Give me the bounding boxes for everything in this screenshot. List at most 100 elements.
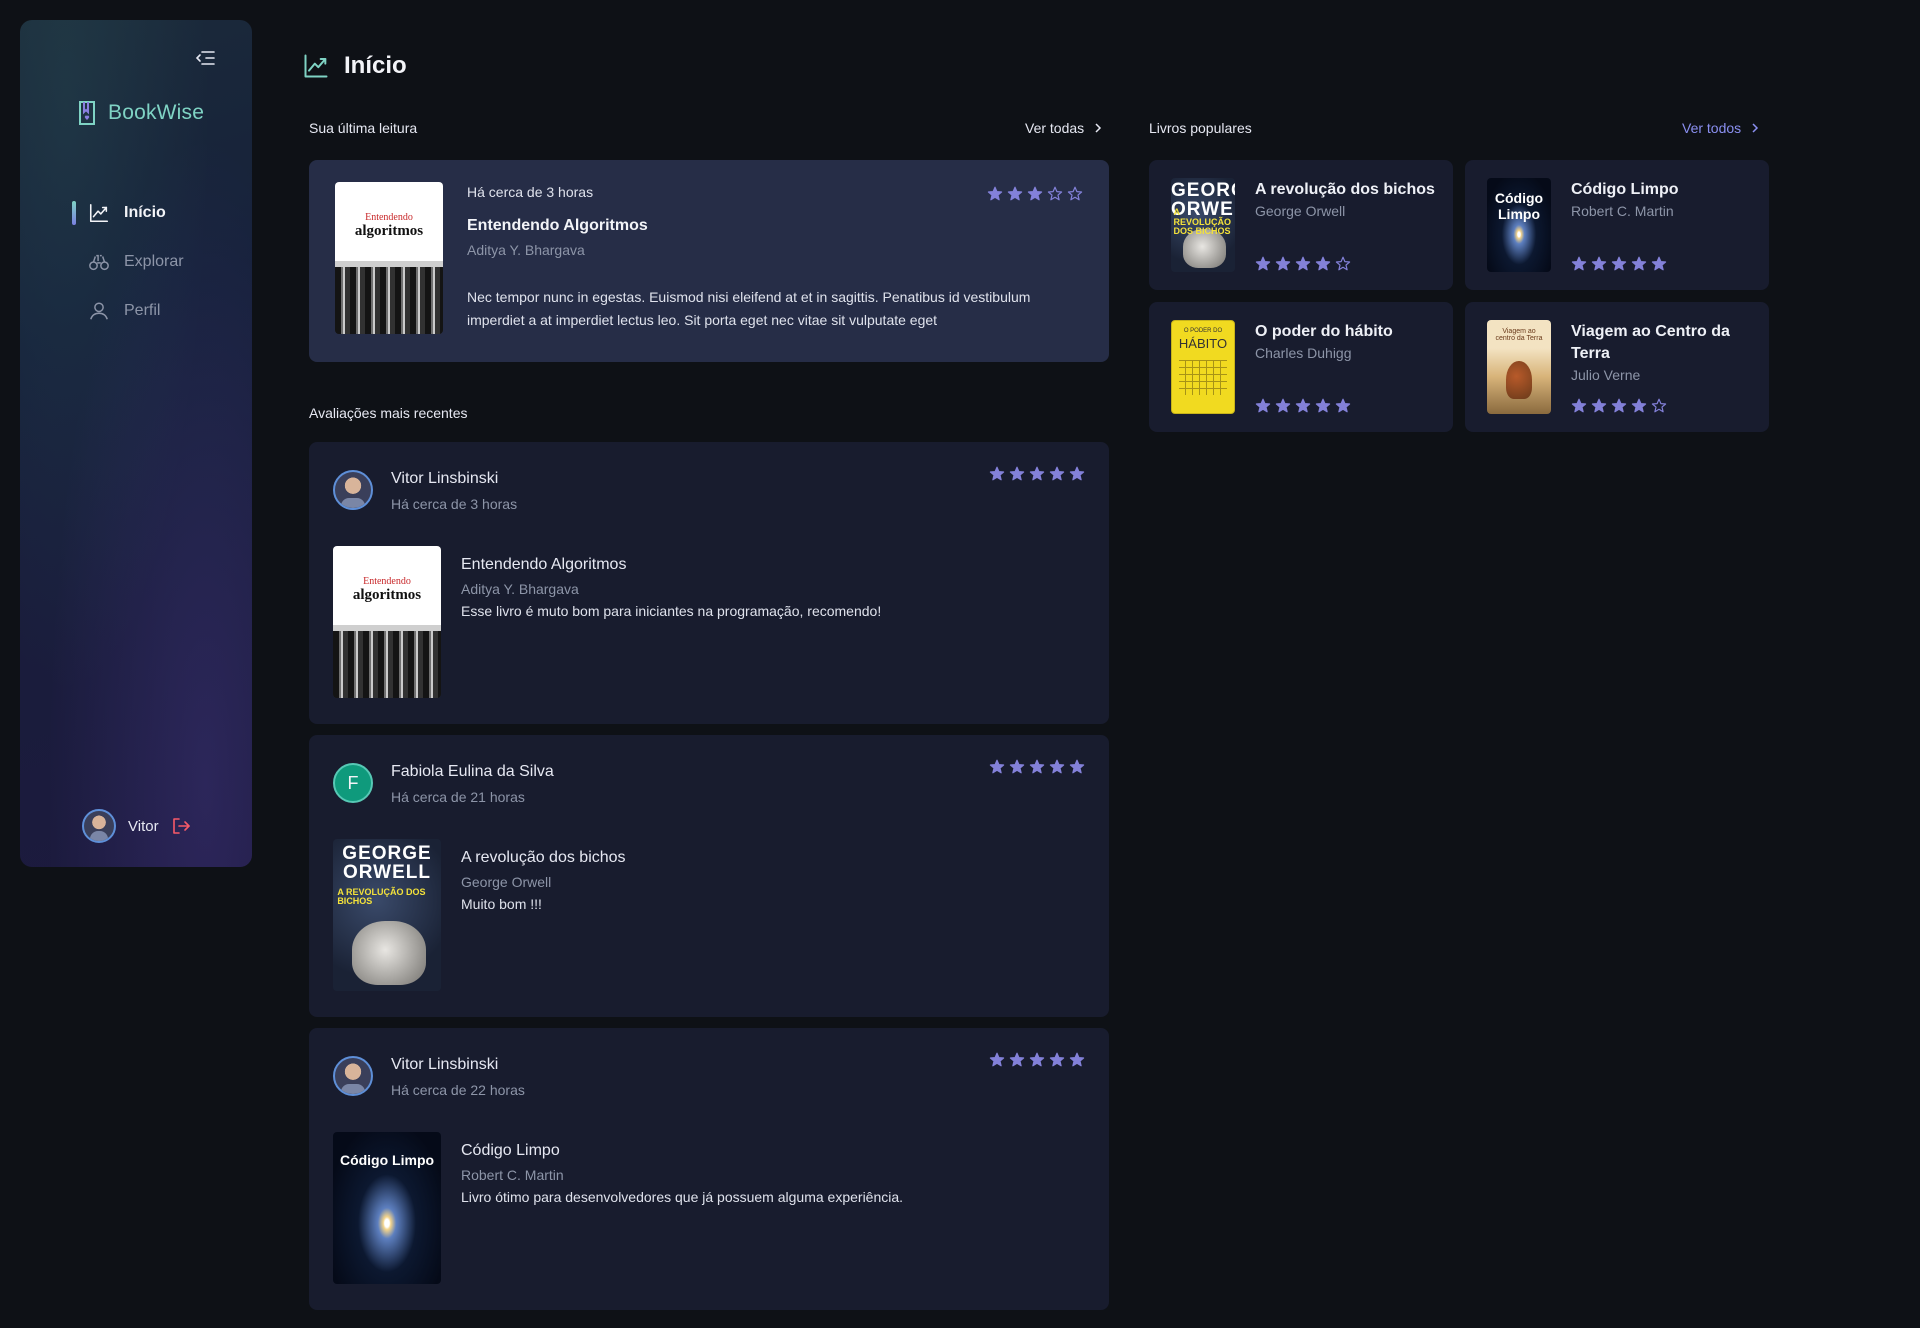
sidebar-item-inicio[interactable]: Início bbox=[72, 198, 184, 228]
reviewer-name: Vitor Linsbinski bbox=[391, 470, 499, 487]
avatar[interactable] bbox=[333, 470, 373, 510]
star-filled-icon bbox=[1007, 186, 1023, 201]
avatar[interactable] bbox=[333, 1056, 373, 1096]
star-filled-icon bbox=[1029, 466, 1045, 481]
review-time: Há cerca de 3 horas bbox=[391, 496, 518, 512]
review-card[interactable]: Vitor Linsbinski Há cerca de 3 horas Ent… bbox=[309, 442, 1109, 724]
popular-book-card[interactable]: O PODER DO HÁBITO O poder do hábito Charl… bbox=[1149, 302, 1453, 432]
star-filled-icon bbox=[1591, 398, 1607, 413]
star-filled-icon bbox=[1275, 256, 1291, 271]
rating-stars bbox=[987, 186, 1083, 202]
book-author: Julio Verne bbox=[1571, 367, 1641, 383]
book-author: Robert C. Martin bbox=[461, 1167, 564, 1183]
book-heart-icon bbox=[79, 101, 95, 125]
rating-stars bbox=[989, 759, 1085, 775]
see-all-label: Ver todos bbox=[1682, 120, 1742, 136]
cover-text: Entendendo bbox=[365, 212, 413, 224]
star-filled-icon bbox=[1009, 1052, 1025, 1067]
rating-stars bbox=[1255, 398, 1351, 414]
collapse-sidebar-icon[interactable] bbox=[193, 46, 217, 70]
book-cover: GEORGE ORWELL A REVOLUÇÃO DOS BICHOS bbox=[333, 839, 441, 991]
star-filled-icon bbox=[1027, 186, 1043, 201]
reading-time: Há cerca de 3 horas bbox=[467, 184, 594, 200]
star-filled-icon bbox=[1009, 466, 1025, 481]
cover-text: A REVOLUÇÃO DOS BICHOS bbox=[1173, 207, 1232, 236]
star-filled-icon bbox=[1295, 398, 1311, 413]
last-reading-label: Sua última leitura bbox=[309, 120, 418, 136]
book-author: George Orwell bbox=[461, 874, 552, 890]
review-text: Esse livro é muto bom para iniciantes na… bbox=[461, 603, 882, 619]
book-cover: Entendendo algoritmos bbox=[335, 182, 443, 334]
see-all-popular-link[interactable]: Ver todos bbox=[1682, 120, 1761, 136]
star-filled-icon bbox=[1651, 256, 1667, 271]
star-filled-icon bbox=[1049, 759, 1065, 774]
cover-illustration bbox=[335, 267, 443, 334]
star-filled-icon bbox=[1069, 759, 1085, 774]
cover-text: O PODER DO bbox=[1183, 328, 1223, 335]
logo[interactable]: BookWise bbox=[76, 100, 204, 126]
review-card[interactable]: F Fabiola Eulina da Silva Há cerca de 21… bbox=[309, 735, 1109, 1017]
popular-books-label: Livros populares bbox=[1149, 120, 1252, 136]
sidebar-item-label: Início bbox=[124, 204, 166, 221]
cover-illustration bbox=[333, 631, 441, 698]
star-empty-icon bbox=[1335, 256, 1351, 271]
star-empty-icon bbox=[1067, 186, 1083, 201]
star-filled-icon bbox=[1571, 398, 1587, 413]
avatar[interactable] bbox=[82, 809, 116, 843]
star-filled-icon bbox=[1335, 398, 1351, 413]
see-all-link[interactable]: Ver todas bbox=[1025, 120, 1104, 136]
cover-illustration bbox=[1506, 361, 1532, 399]
book-author: Robert C. Martin bbox=[1571, 203, 1674, 219]
star-filled-icon bbox=[1631, 398, 1647, 413]
book-cover: Entendendo algoritmos bbox=[333, 546, 441, 698]
reviewer-name: Vitor Linsbinski bbox=[391, 1056, 499, 1073]
star-empty-icon bbox=[1651, 398, 1667, 413]
book-author: Aditya Y. Bhargava bbox=[467, 242, 585, 258]
popular-book-card[interactable]: GEORGE ORWELLA REVOLUÇÃO DOS BICHOS A re… bbox=[1149, 160, 1453, 290]
star-filled-icon bbox=[987, 186, 1003, 201]
user-name: Vitor bbox=[128, 817, 159, 835]
popular-book-card[interactable]: Código Limpo Código Limpo Robert C. Mart… bbox=[1465, 160, 1769, 290]
book-author: George Orwell bbox=[1255, 203, 1346, 219]
star-filled-icon bbox=[1255, 398, 1271, 413]
book-title: O poder do hábito bbox=[1255, 323, 1393, 340]
rating-stars bbox=[1571, 398, 1667, 414]
chevron-right-icon bbox=[1752, 123, 1759, 133]
chart-line-icon bbox=[89, 203, 109, 223]
sidebar-item-perfil[interactable]: Perfil bbox=[72, 296, 184, 326]
review-text: Livro ótimo para desenvolvedores que já … bbox=[461, 1189, 904, 1205]
star-filled-icon bbox=[1069, 1052, 1085, 1067]
user-icon bbox=[90, 302, 108, 320]
review-time: Há cerca de 22 horas bbox=[391, 1082, 525, 1098]
star-filled-icon bbox=[1611, 256, 1627, 271]
cover-text: Código Limpo bbox=[1494, 190, 1544, 223]
rating-stars bbox=[1571, 256, 1667, 272]
app-name: BookWise bbox=[108, 101, 205, 124]
see-all-label: Ver todas bbox=[1025, 120, 1085, 136]
review-card[interactable]: Vitor Linsbinski Há cerca de 22 horas Có… bbox=[309, 1028, 1109, 1310]
reviewer-name: Fabiola Eulina da Silva bbox=[391, 763, 554, 780]
star-filled-icon bbox=[1295, 256, 1311, 271]
cover-text: algoritmos bbox=[354, 223, 424, 240]
sidebar-item-label: Explorar bbox=[124, 253, 184, 270]
book-title: Viagem ao Centro da Terra bbox=[1571, 323, 1730, 362]
avatar[interactable]: F bbox=[333, 763, 373, 803]
chart-line-icon bbox=[304, 54, 328, 78]
popular-book-card[interactable]: Viagem ao centro da Terra Viagem ao Cent… bbox=[1465, 302, 1769, 432]
cover-text: HÁBITO bbox=[1178, 335, 1228, 351]
book-title: Código Limpo bbox=[461, 1142, 560, 1159]
cover-illustration bbox=[1179, 359, 1227, 395]
last-reading-card[interactable]: Entendendo algoritmos Há cerca de 3 horas… bbox=[309, 160, 1109, 362]
star-filled-icon bbox=[1591, 256, 1607, 271]
logout-icon[interactable] bbox=[171, 816, 191, 836]
cover-illustration bbox=[352, 921, 426, 985]
chevron-right-icon bbox=[1095, 123, 1102, 133]
sidebar-nav: Início Explorar Perfil bbox=[72, 198, 184, 345]
book-title: Entendendo Algoritmos bbox=[461, 556, 627, 573]
star-filled-icon bbox=[1049, 466, 1065, 481]
book-cover: Viagem ao centro da Terra bbox=[1487, 320, 1551, 414]
star-filled-icon bbox=[1631, 256, 1647, 271]
review-text: Muito bom !!! bbox=[461, 896, 542, 912]
recent-reviews-label: Avaliações mais recentes bbox=[309, 405, 468, 421]
sidebar-item-explorar[interactable]: Explorar bbox=[72, 247, 184, 277]
